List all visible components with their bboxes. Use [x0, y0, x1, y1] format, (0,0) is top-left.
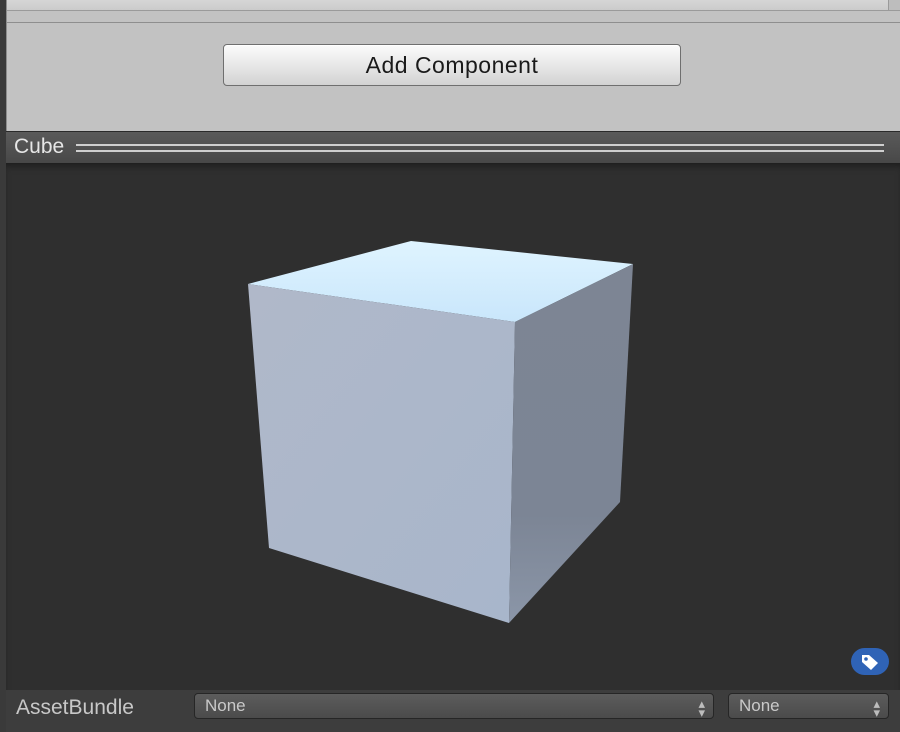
preview-area[interactable] [6, 163, 900, 690]
add-component-button[interactable]: Add Component [223, 44, 681, 86]
resize-grip[interactable] [76, 144, 884, 152]
asset-bundle-name-value: None [205, 696, 246, 715]
cube-front-face [248, 284, 515, 623]
asset-bundle-label: AssetBundle [16, 696, 134, 719]
cube-preview[interactable] [6, 163, 900, 690]
asset-label-button[interactable] [851, 648, 889, 675]
up-down-arrows-icon: ▴ ▾ [873, 696, 880, 720]
scrollbar-corner [888, 0, 900, 10]
asset-bundle-name-dropdown[interactable]: None ▴ ▾ [194, 693, 714, 719]
asset-bundle-bar: AssetBundle None ▴ ▾ None ▴ ▾ [6, 690, 900, 732]
up-down-arrows-icon: ▴ ▾ [698, 696, 705, 720]
preview-header[interactable]: Cube [6, 131, 900, 163]
cube-side-face [509, 264, 633, 623]
divider [7, 22, 900, 23]
tag-icon [862, 654, 878, 670]
asset-bundle-variant-dropdown[interactable]: None ▴ ▾ [728, 693, 889, 719]
component-strip [7, 0, 900, 11]
add-component-label: Add Component [365, 51, 539, 78]
preview-title: Cube [14, 135, 65, 158]
asset-bundle-variant-value: None [739, 696, 780, 715]
inspector-panel: Add Component [6, 0, 900, 131]
